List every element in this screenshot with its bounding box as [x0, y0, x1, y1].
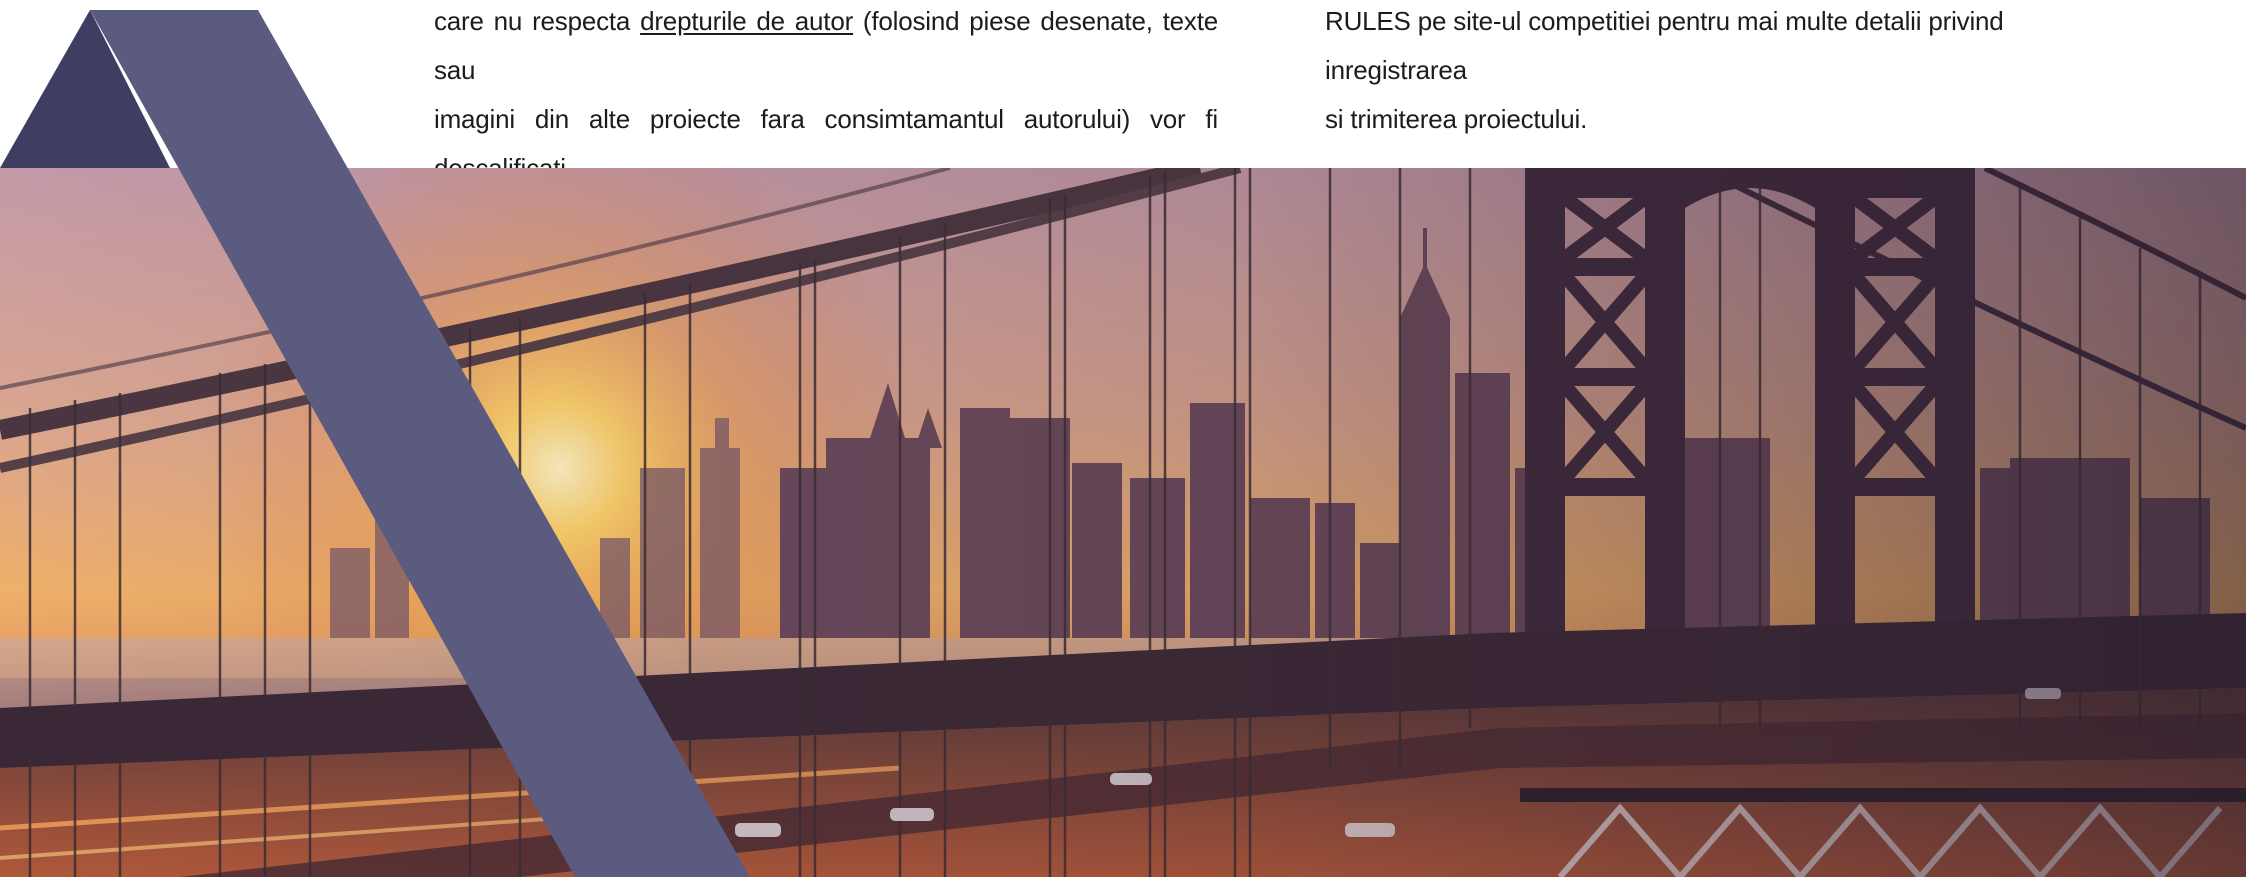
- brochure-page: care nu respecta drepturile de autor (fo…: [0, 0, 2246, 877]
- city-bridge-photo: [0, 168, 2246, 877]
- text-column-right: RULES pe site-ul competitiei pentru mai …: [1325, 0, 2115, 144]
- text-column-left: care nu respecta drepturile de autor (fo…: [434, 0, 1218, 193]
- text-line: care nu respecta drepturile de autor (fo…: [434, 0, 1218, 95]
- ribbon-fold: [0, 10, 170, 168]
- text-line: si trimiterea proiectului.: [1325, 104, 1588, 134]
- text-line: RULES pe site-ul competitiei pentru mai …: [1325, 6, 2004, 85]
- text-fragment: care nu respecta: [434, 6, 641, 36]
- copyright-link[interactable]: drepturile de autor: [640, 6, 853, 36]
